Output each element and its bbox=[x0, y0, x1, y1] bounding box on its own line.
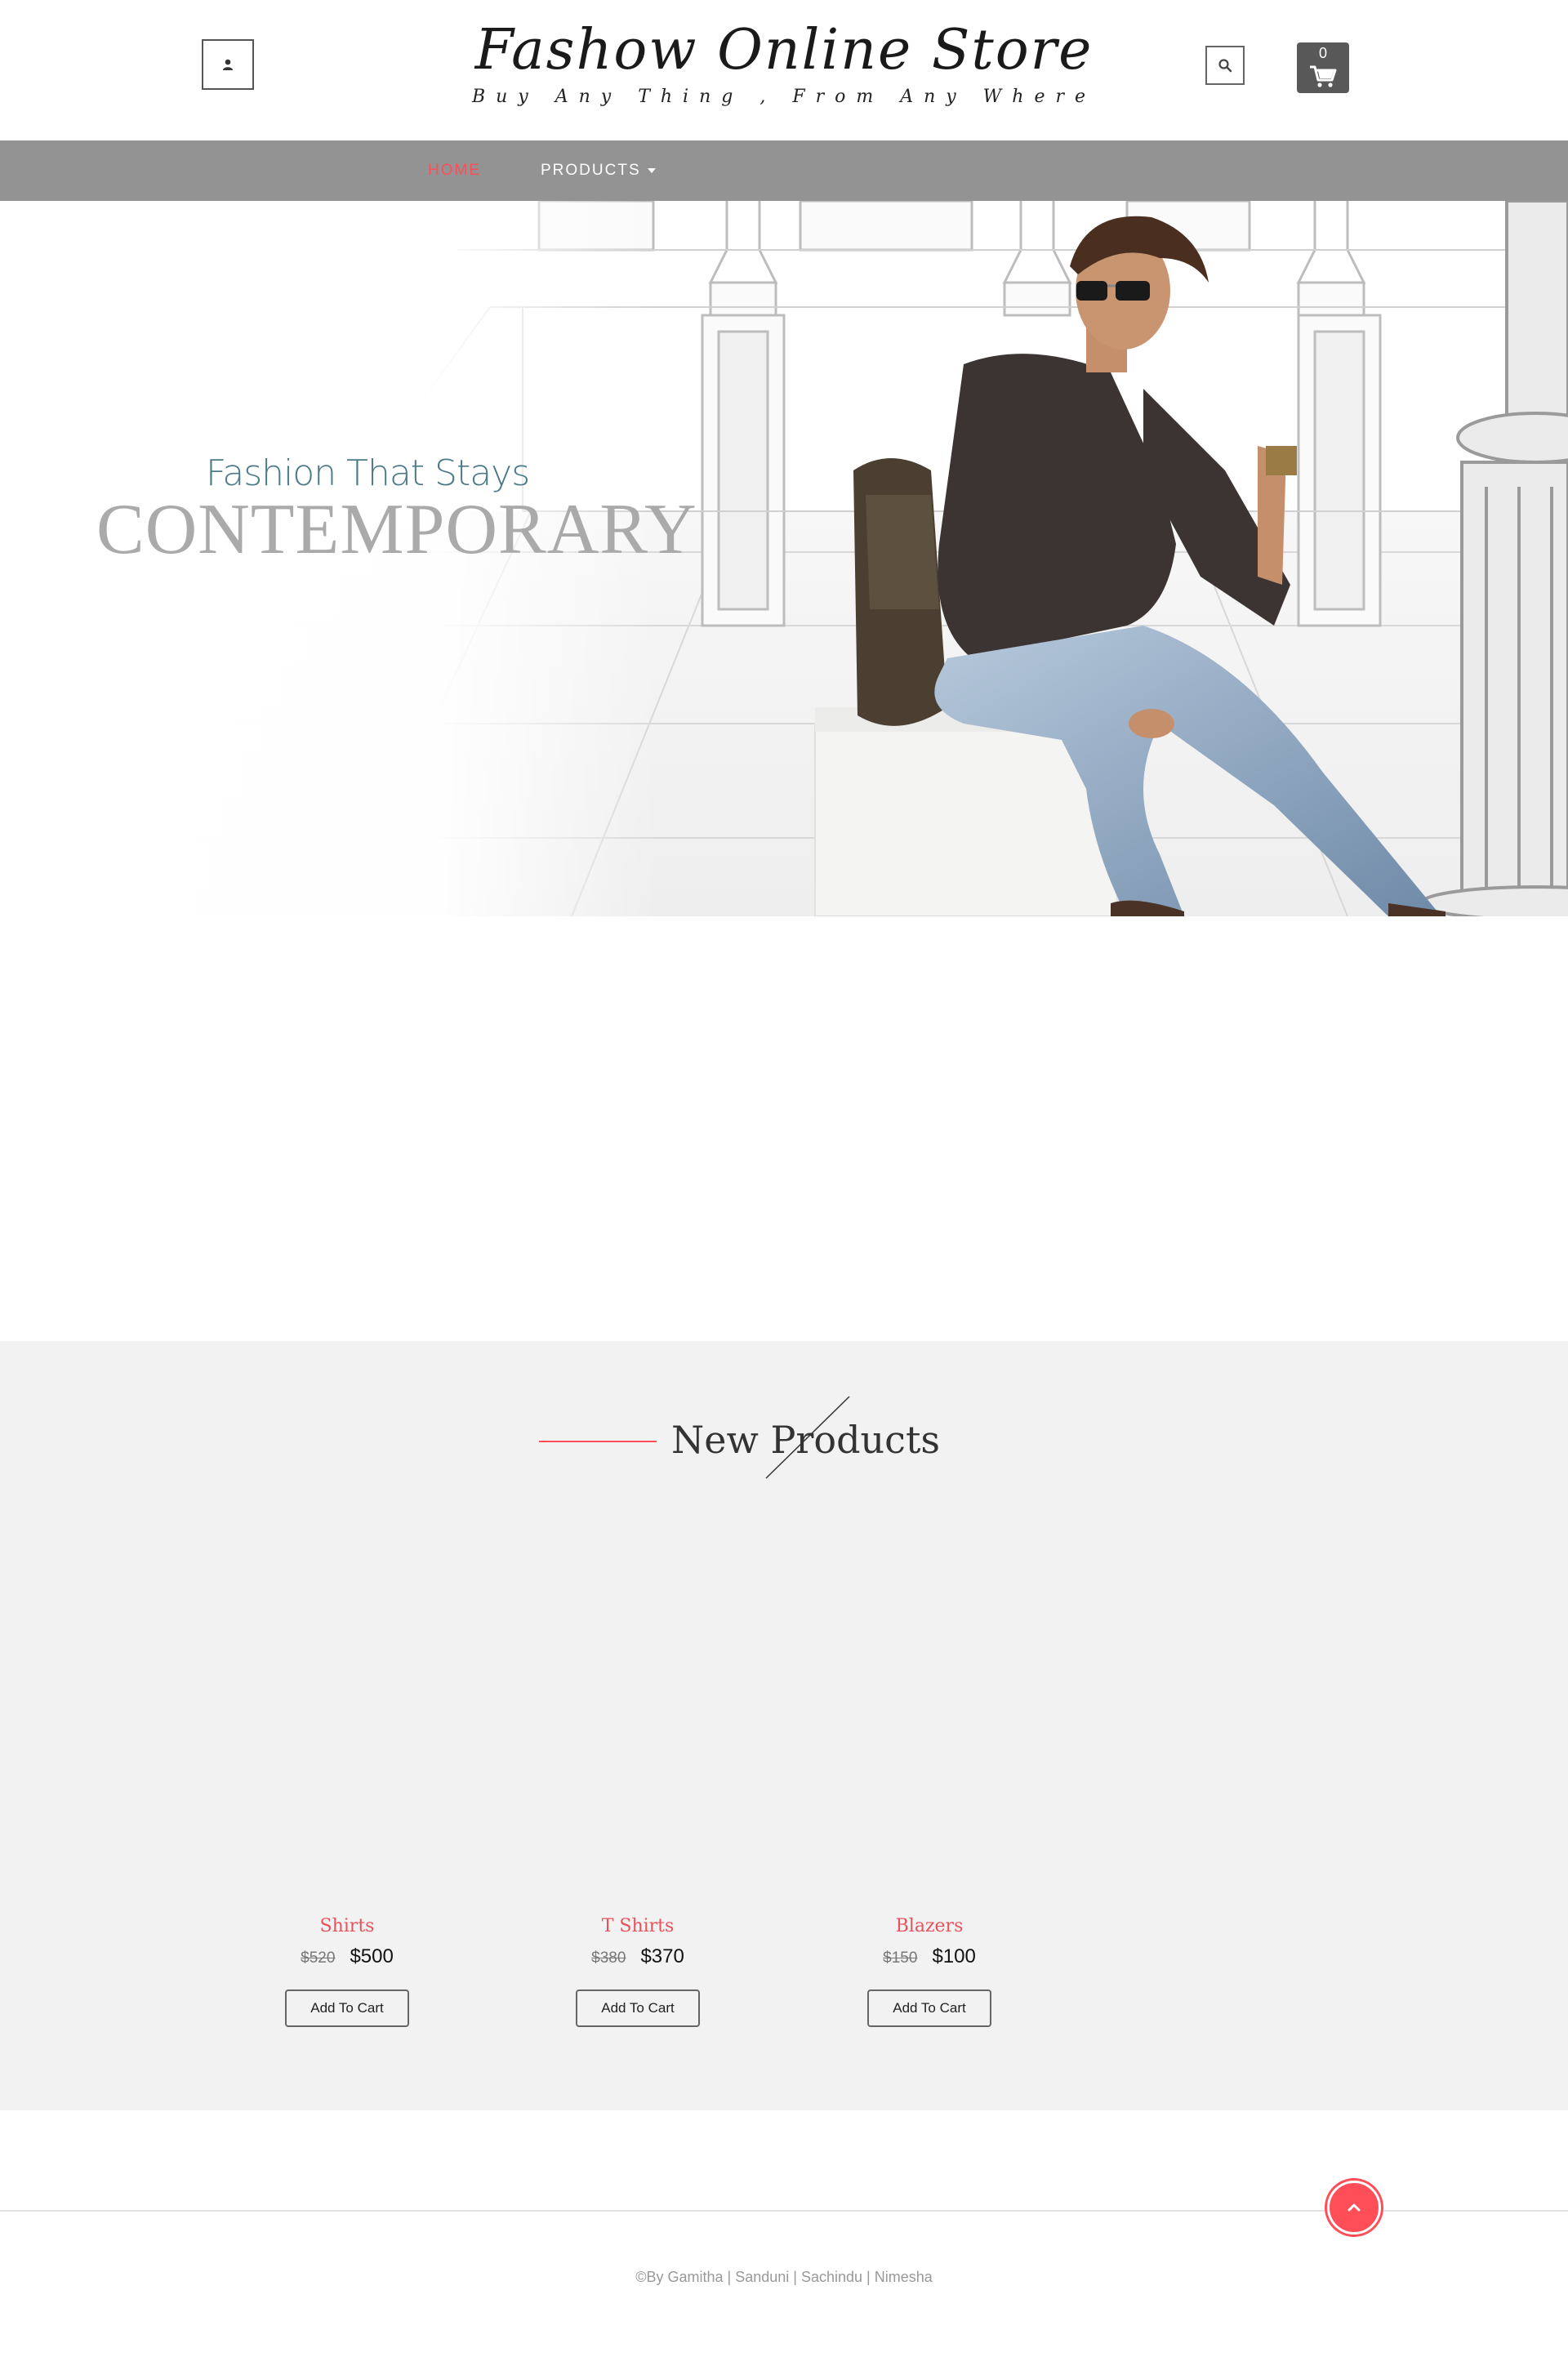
product-name[interactable]: T Shirts bbox=[544, 1913, 732, 1940]
old-price: $520 bbox=[301, 1949, 336, 1967]
main-navbar: HOME PRODUCTS bbox=[0, 140, 1568, 201]
price-row: $150 $100 bbox=[835, 1945, 1023, 1968]
chevron-up-icon bbox=[1348, 2203, 1361, 2212]
decorative-slash bbox=[765, 1396, 850, 1479]
product-card: Shirts $520 $500 Add To Cart bbox=[253, 1913, 441, 2027]
add-to-cart-button[interactable]: Add To Cart bbox=[576, 1989, 700, 2027]
footer-credits: ©By Gamitha | Sanduni | Sachindu | Nimes… bbox=[635, 2269, 933, 2285]
nav-item-products[interactable]: PRODUCTS bbox=[541, 162, 656, 180]
nav-item-home[interactable]: HOME bbox=[428, 162, 481, 180]
site-header: Fashow Online Store Buy Any Thing , From… bbox=[0, 0, 1568, 140]
cart-icon bbox=[1310, 65, 1337, 87]
add-to-cart-button[interactable]: Add To Cart bbox=[867, 1989, 991, 2027]
current-price: $370 bbox=[640, 1945, 684, 1967]
hero-title: CONTEMPORARY bbox=[96, 490, 697, 569]
search-button[interactable] bbox=[1205, 46, 1245, 85]
product-card: T Shirts $380 $370 Add To Cart bbox=[544, 1913, 732, 2027]
price-row: $380 $370 bbox=[544, 1945, 732, 1968]
old-price: $380 bbox=[591, 1949, 626, 1967]
search-icon bbox=[1218, 59, 1232, 73]
caret-down-icon bbox=[647, 168, 656, 173]
current-price: $100 bbox=[932, 1945, 976, 1967]
new-products-section: New Products Shirts $520 $500 Add To Car… bbox=[0, 1341, 1568, 2110]
product-name[interactable]: Blazers bbox=[835, 1913, 1023, 1940]
cart-button[interactable]: 0 bbox=[1297, 42, 1349, 93]
cart-count-badge: 0 bbox=[1318, 45, 1327, 61]
nav-item-products-label: PRODUCTS bbox=[541, 162, 641, 179]
product-name[interactable]: Shirts bbox=[253, 1913, 441, 1940]
hero-banner: Fashion That Stays CONTEMPORARY bbox=[0, 201, 1568, 916]
old-price: $150 bbox=[883, 1949, 918, 1967]
back-to-top-button[interactable] bbox=[1327, 2181, 1381, 2234]
section-accent-line bbox=[539, 1441, 657, 1442]
product-card: Blazers $150 $100 Add To Cart bbox=[835, 1913, 1023, 2027]
current-price: $500 bbox=[350, 1945, 394, 1967]
price-row: $520 $500 bbox=[253, 1945, 441, 1968]
add-to-cart-button[interactable]: Add To Cart bbox=[285, 1989, 409, 2027]
